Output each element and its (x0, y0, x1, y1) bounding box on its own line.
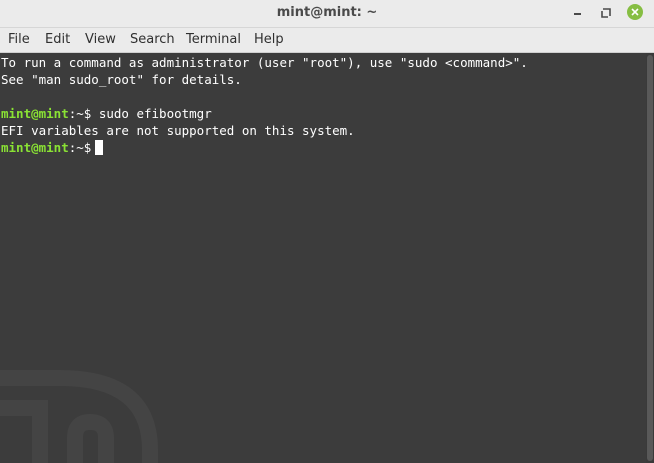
terminal-window: mint@mint: ~ File Edit View Search Termi… (0, 0, 654, 463)
output-line: See "man sudo_root" for details. (1, 72, 242, 87)
menu-file[interactable]: File (8, 32, 30, 47)
menu-terminal[interactable]: Terminal (186, 32, 241, 47)
prompt-user-host: mint@mint (1, 140, 69, 155)
minimize-icon (573, 9, 581, 15)
scrollbar-thumb[interactable] (647, 55, 653, 461)
menu-view[interactable]: View (85, 32, 116, 47)
output-line: EFI variables are not supported on this … (1, 123, 355, 138)
active-prompt-line[interactable]: mint@mint:~$ (1, 139, 104, 156)
prompt-user-host: mint@mint (1, 106, 69, 121)
prompt-path: :~$ (68, 140, 92, 155)
scrollbar[interactable] (646, 53, 654, 463)
maximize-button[interactable] (597, 3, 615, 21)
maximize-icon (601, 3, 611, 22)
close-button[interactable] (626, 3, 644, 21)
output-line: To run a command as administrator (user … (1, 55, 528, 70)
terminal-output[interactable]: To run a command as administrator (user … (0, 53, 646, 463)
title-bar[interactable]: mint@mint: ~ (0, 0, 654, 28)
menu-help[interactable]: Help (254, 32, 284, 47)
command-text: sudo efibootmgr (91, 106, 212, 121)
menu-edit[interactable]: Edit (45, 32, 70, 47)
text-cursor (95, 140, 104, 155)
window-title: mint@mint: ~ (276, 5, 378, 20)
menu-search[interactable]: Search (130, 32, 175, 47)
close-icon (627, 4, 643, 20)
minimize-button[interactable] (568, 3, 586, 21)
command-line: mint@mint:~$ sudo efibootmgr (1, 105, 212, 122)
prompt-path: :~$ (68, 106, 92, 121)
menu-bar: File Edit View Search Terminal Help (0, 28, 654, 53)
